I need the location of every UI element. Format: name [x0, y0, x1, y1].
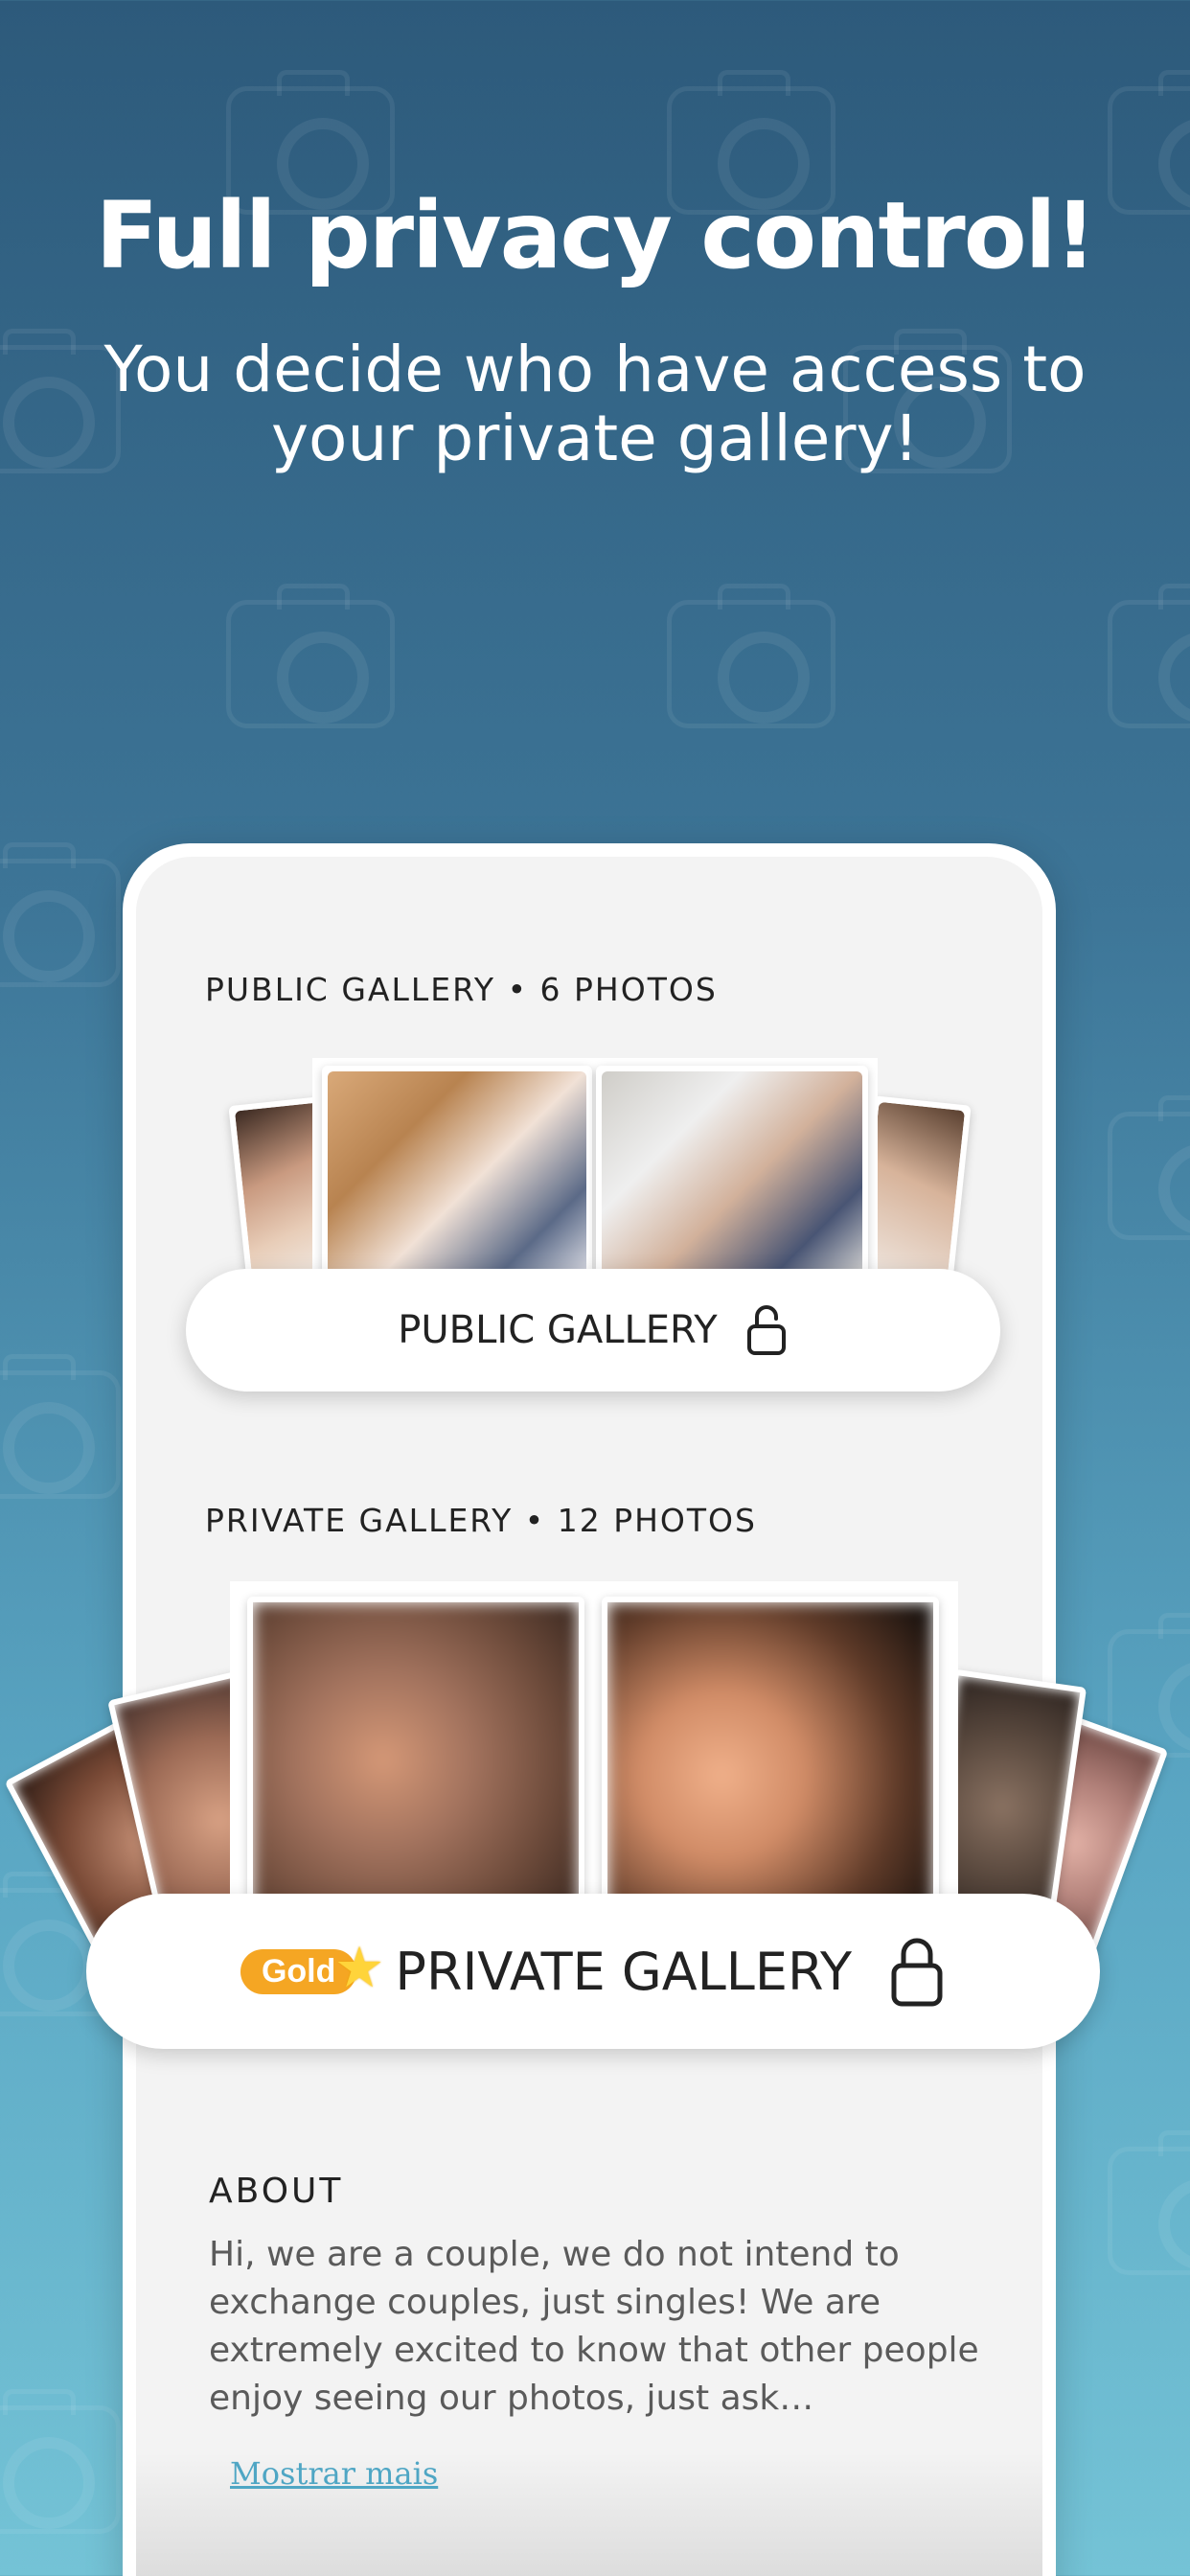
gold-badge: Gold ★	[240, 1941, 381, 1996]
private-photo-blurred[interactable]	[602, 1597, 939, 1922]
about-title: ABOUT	[209, 2172, 344, 2211]
public-photo[interactable]	[322, 1066, 592, 1286]
unlocked-lock-icon	[746, 1305, 786, 1355]
private-photo-blurred[interactable]	[247, 1597, 584, 1922]
public-gallery-button-label: PUBLIC GALLERY	[398, 1308, 718, 1352]
about-text: Hi, we are a couple, we do not intend to…	[209, 2235, 979, 2418]
show-more-link[interactable]: Mostrar mais	[230, 2455, 438, 2492]
hero-title: Full privacy control!	[95, 182, 1097, 289]
public-gallery-label: PUBLIC GALLERY • 6 PHOTOS	[205, 971, 718, 1008]
private-gallery-label: PRIVATE GALLERY • 12 PHOTOS	[205, 1502, 757, 1539]
hero-subtitle: You decide who have access to your priva…	[103, 333, 1087, 475]
private-gallery-button-label: PRIVATE GALLERY	[395, 1941, 853, 2002]
public-gallery-button[interactable]: PUBLIC GALLERY	[186, 1269, 1000, 1392]
public-photo[interactable]	[596, 1066, 868, 1286]
private-gallery-button[interactable]: Gold ★ PRIVATE GALLERY	[86, 1894, 1100, 2049]
locked-lock-icon	[891, 1938, 943, 2007]
star-icon: ★	[336, 1940, 382, 1996]
